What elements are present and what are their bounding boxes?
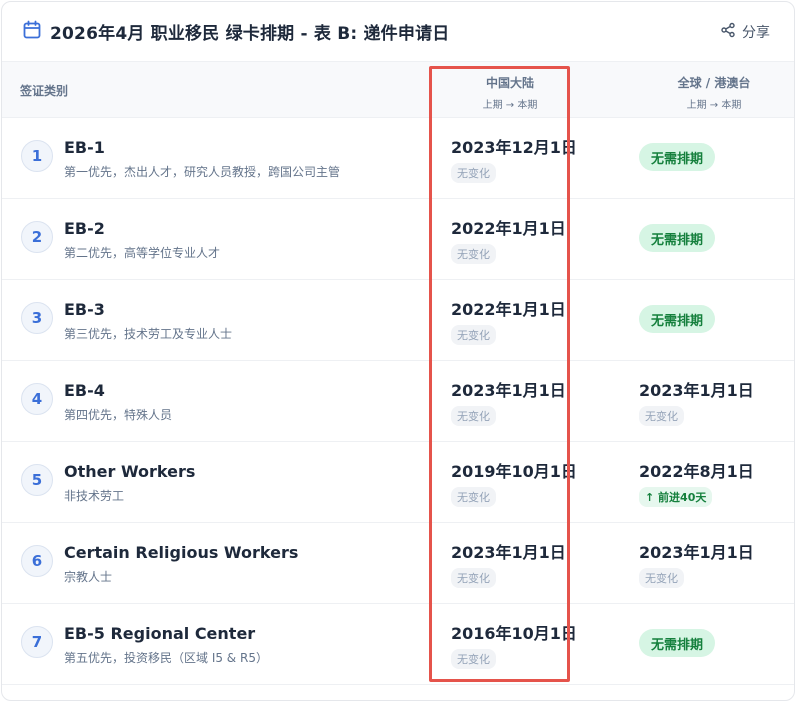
col-header-china-name: 中国大陆 (485, 76, 534, 90)
col-header-china-sub: 上期 → 本期 (482, 100, 538, 111)
col-header-category: 签证类别 (20, 84, 69, 98)
table-row: 2 EB-2 第二优先，高等学位专业人才 2022年1月1日 无变化 无需排期 (2, 199, 794, 280)
china-date: 2022年1月1日 (451, 300, 566, 319)
category-description: 非技术劳工 (64, 489, 125, 503)
category-name: EB-2 (64, 219, 105, 238)
global-date: 2023年1月1日 (639, 543, 754, 562)
share-icon (720, 22, 736, 42)
current-badge: 无需排期 (639, 629, 716, 657)
share-button[interactable]: 分享 (720, 22, 770, 42)
china-cell: 2023年12月1日 无变化 (451, 134, 577, 183)
china-date: 2023年12月1日 (451, 138, 577, 157)
china-change-badge: 无变化 (451, 325, 496, 345)
category-name: EB-1 (64, 138, 105, 157)
share-label: 分享 (742, 24, 770, 41)
category-description: 第五优先，投资移民（区域 I5 & R5） (64, 651, 268, 665)
current-badge: 无需排期 (639, 224, 716, 252)
china-date: 2022年1月1日 (451, 219, 566, 238)
china-change-badge: 无变化 (451, 487, 496, 507)
current-badge: 无需排期 (639, 143, 716, 171)
category-number: 6 (21, 545, 53, 577)
china-cell: 2023年1月1日 无变化 (451, 539, 566, 588)
category-number: 2 (21, 221, 53, 253)
china-cell: 2016年10月1日 无变化 (451, 620, 577, 669)
table-row: 3 EB-3 第三优先，技术劳工及专业人士 2022年1月1日 无变化 无需排期 (2, 280, 794, 361)
category-name: EB-3 (64, 300, 105, 319)
col-header-china: 中国大陆 上期 → 本期 (470, 74, 550, 111)
global-change-badge: ↑ 前进40天 (639, 487, 713, 507)
category-name: EB-5 Regional Center (64, 624, 256, 643)
category-number: 4 (21, 383, 53, 415)
china-date: 2016年10月1日 (451, 624, 577, 643)
table-row: 7 EB-5 Regional Center 第五优先，投资移民（区域 I5 & R… (2, 604, 794, 685)
table-row: 1 EB-1 第一优先，杰出人才，研究人员教授，跨国公司主管 2023年12月1日 无变… (2, 118, 794, 199)
global-change-badge: 无变化 (639, 568, 684, 588)
china-date: 2023年1月1日 (451, 543, 566, 562)
title-group: 2026年4月 职业移民 绿卡排期 - 表 B: 递件申请日 (22, 19, 449, 44)
table-body: 1 EB-1 第一优先，杰出人才，研究人员教授，跨国公司主管 2023年12月1日 无变… (2, 118, 794, 685)
category-description: 第三优先，技术劳工及专业人士 (64, 327, 233, 341)
visa-bulletin-card: 2026年4月 职业移民 绿卡排期 - 表 B: 递件申请日 分享 签证类别 中… (1, 1, 795, 701)
category-name: Other Workers (64, 462, 196, 481)
global-cell: 2023年1月1日 无变化 (639, 377, 754, 426)
china-change-badge: 无变化 (451, 568, 496, 588)
china-date: 2023年1月1日 (451, 381, 566, 400)
global-change-badge: 无变化 (639, 406, 684, 426)
table-row: 6 Certain Religious Workers 宗教人士 2023年1月1日无… (2, 523, 794, 604)
calendar-icon (22, 20, 42, 44)
page-title: 2026年4月 职业移民 绿卡排期 - 表 B: 递件申请日 (50, 24, 450, 44)
col-header-global-sub: 上期 → 本期 (686, 100, 742, 111)
china-change-badge: 无变化 (451, 244, 496, 264)
card-header: 2026年4月 职业移民 绿卡排期 - 表 B: 递件申请日 分享 (2, 2, 794, 62)
global-cell: 2023年1月1日 无变化 (639, 539, 754, 588)
table-row: 5 Other Workers 非技术劳工 2019年10月1日 无变化 2022年8月1… (2, 442, 794, 523)
col-header-global: 全球 / 港澳台 上期 → 本期 (664, 74, 764, 111)
china-cell: 2023年1月1日 无变化 (451, 377, 566, 426)
global-date: 2023年1月1日 (639, 381, 754, 400)
category-number: 3 (21, 302, 53, 334)
china-cell: 2022年1月1日 无变化 (451, 296, 566, 345)
category-name: Certain Religious Workers (64, 543, 299, 562)
china-change-badge: 无变化 (451, 163, 496, 183)
category-number: 1 (21, 140, 53, 172)
global-date: 2022年8月1日 (639, 462, 754, 481)
category-description: 宗教人士 (64, 570, 113, 584)
table-row: 4 EB-4 第四优先，特殊人员 2023年1月1日 无变化 2023年1月1日 无变化 (2, 361, 794, 442)
china-change-badge: 无变化 (451, 649, 496, 669)
category-description: 第四优先，特殊人员 (64, 408, 173, 422)
china-change-badge: 无变化 (451, 406, 496, 426)
china-cell: 2022年1月1日 无变化 (451, 215, 566, 264)
col-header-global-name: 全球 / 港澳台 (677, 76, 751, 90)
category-number: 7 (21, 626, 53, 658)
current-badge: 无需排期 (639, 305, 716, 333)
global-cell: 2022年8月1日 ↑ 前进40天 (639, 458, 754, 507)
category-number: 5 (21, 464, 53, 496)
category-description: 第二优先，高等学位专业人才 (64, 246, 221, 260)
china-date: 2019年10月1日 (451, 462, 577, 481)
table-header: 签证类别 中国大陆 上期 → 本期 全球 / 港澳台 上期 → 本期 (2, 62, 794, 118)
china-cell: 2019年10月1日 无变化 (451, 458, 577, 507)
category-name: EB-4 (64, 381, 105, 400)
category-description: 第一优先，杰出人才，研究人员教授，跨国公司主管 (64, 165, 341, 179)
